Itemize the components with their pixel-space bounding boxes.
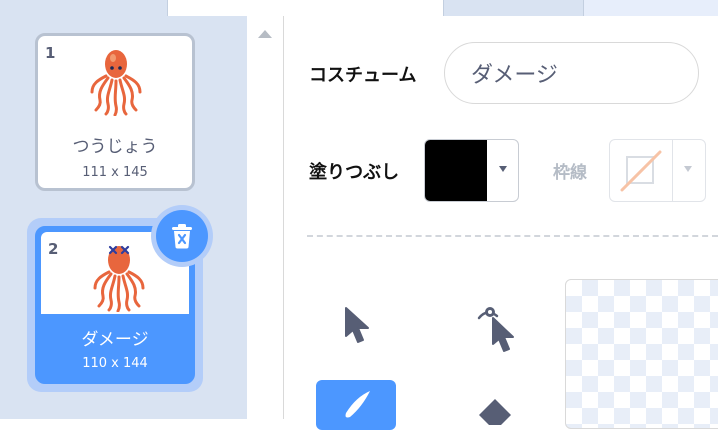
chevron-down-icon (499, 166, 507, 172)
fill-swatch (425, 140, 487, 201)
tab-extra[interactable] (583, 0, 718, 16)
tab-strip (0, 0, 718, 16)
brush-icon (345, 391, 370, 418)
eraser-icon (479, 399, 511, 425)
costume-number: 2 (48, 240, 59, 258)
divider (307, 235, 718, 237)
octopus-damage-thumbnail (93, 245, 145, 312)
costume-name-label: コスチューム (309, 65, 417, 86)
eraser-tool[interactable] (470, 395, 520, 425)
fill-label: 塗りつぶし (309, 162, 400, 183)
costume-size: 110 x 144 (82, 356, 148, 371)
list-scrollbar[interactable] (247, 16, 284, 419)
tab-costumes[interactable] (168, 0, 443, 16)
costume-number: 1 (45, 44, 56, 62)
tab-sounds[interactable] (443, 0, 583, 16)
costume-size: 111 x 145 (82, 165, 148, 180)
costume-card-1[interactable]: 1 つうじょう 111 x 145 (35, 33, 195, 191)
select-arrow-icon (345, 307, 369, 343)
delete-costume-button[interactable] (156, 210, 208, 262)
tab-code[interactable] (0, 0, 168, 16)
reshape-icon (477, 307, 514, 352)
select-tool[interactable] (330, 298, 384, 352)
fill-color-picker[interactable] (424, 139, 519, 202)
scroll-up-arrow-icon[interactable] (258, 30, 272, 38)
no-color-icon (620, 150, 662, 192)
costume-name: つうじょう (72, 137, 158, 157)
outline-color-picker[interactable] (609, 139, 706, 202)
costume-name-input[interactable] (444, 42, 699, 104)
reshape-tool[interactable] (468, 298, 528, 354)
costume-name: ダメージ (81, 330, 149, 350)
outline-label: 枠線 (553, 163, 587, 183)
outline-swatch (610, 140, 673, 201)
chevron-down-icon (684, 166, 692, 172)
drawing-canvas[interactable] (565, 279, 718, 429)
brush-tool[interactable] (316, 380, 396, 430)
trash-icon (172, 224, 192, 249)
octopus-thumbnail (90, 50, 142, 116)
